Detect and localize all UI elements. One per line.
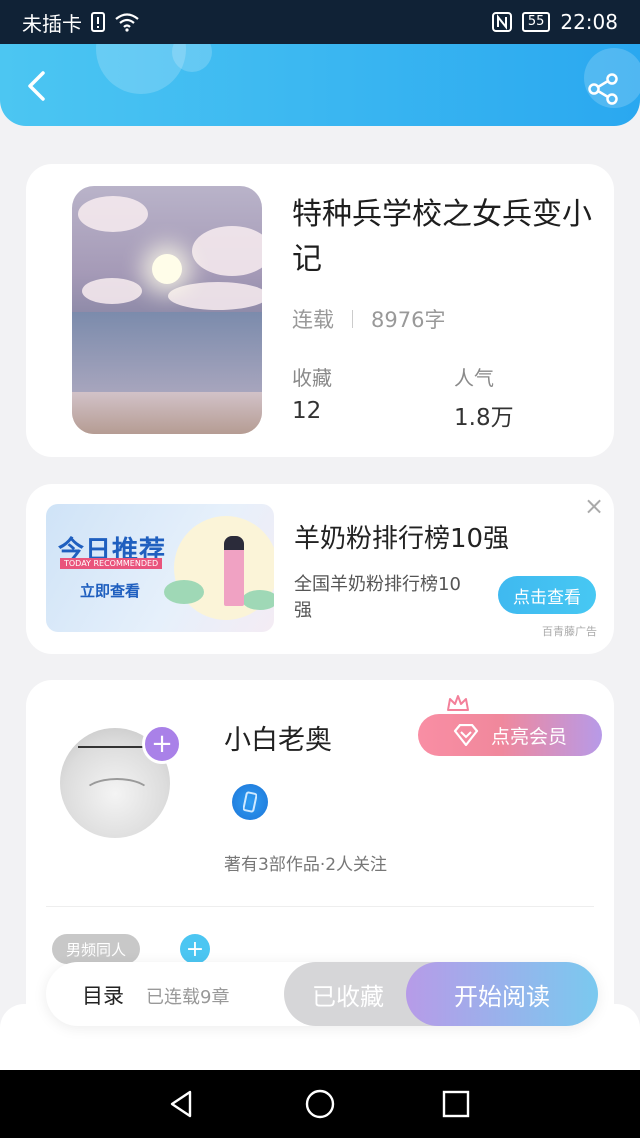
add-tag-button[interactable]: + xyxy=(180,934,210,964)
ad-image-cta: 立即查看 xyxy=(80,582,141,600)
book-meta: 连载 8976字 xyxy=(292,304,445,334)
wifi-icon xyxy=(115,13,139,32)
clock: 22:08 xyxy=(560,10,618,34)
vip-button-label: 点亮会员 xyxy=(490,725,567,748)
cover-cloud xyxy=(78,196,148,232)
header xyxy=(0,44,640,126)
back-button[interactable] xyxy=(18,68,54,104)
vip-button[interactable]: 点亮会员 xyxy=(418,714,602,756)
nav-back-icon[interactable] xyxy=(166,1088,198,1120)
author-stats: 著有3部作品·2人关注 xyxy=(224,855,388,875)
popularity-label: 人气 xyxy=(454,366,494,390)
status-bar: 未插卡 55 22:08 xyxy=(0,0,640,44)
ad-image-subtitle: TODAY RECOMMENDED xyxy=(60,558,163,569)
book-status: 连载 xyxy=(292,308,334,332)
ad-source: 百青藤广告 xyxy=(542,625,597,638)
cover-cloud xyxy=(168,282,262,310)
follow-button[interactable]: + xyxy=(142,724,182,764)
favorites-value: 12 xyxy=(292,398,322,424)
cover-shore xyxy=(72,392,262,434)
diamond-icon xyxy=(453,724,479,746)
ad-card[interactable]: 今日推荐 TODAY RECOMMENDED 立即查看 羊奶粉排行榜10强 全国… xyxy=(26,484,614,654)
favorites-label: 收藏 xyxy=(292,366,332,390)
author-badge-icon[interactable] xyxy=(232,784,268,820)
crown-icon xyxy=(447,695,469,711)
carrier-text: 未插卡 xyxy=(22,11,82,36)
vip-button-wrap: 点亮会员 xyxy=(418,695,602,756)
ad-leaf xyxy=(242,590,274,610)
battery-level: 55 xyxy=(521,12,551,32)
popularity-value: 1.8万 xyxy=(454,405,514,431)
sim-alert-icon xyxy=(91,12,105,32)
share-icon xyxy=(588,73,618,105)
chapter-count: 已连载9章 xyxy=(146,987,230,1008)
nfc-icon xyxy=(491,12,512,32)
ad-illustration-figure xyxy=(224,536,244,606)
ad-view-button[interactable]: 点击查看 xyxy=(498,576,596,614)
plus-icon: + xyxy=(185,936,205,962)
system-nav-bar xyxy=(0,1070,640,1138)
nav-home-icon[interactable] xyxy=(304,1088,336,1120)
close-icon[interactable]: × xyxy=(584,492,604,520)
chevron-left-icon xyxy=(28,71,45,101)
book-word-count: 8976字 xyxy=(371,308,446,332)
nav-recents-icon[interactable] xyxy=(440,1088,472,1120)
cover-cloud xyxy=(82,278,142,304)
avatar-decor-line xyxy=(78,746,150,748)
start-reading-label: 开始阅读 xyxy=(454,982,550,1011)
book-title: 特种兵学校之女兵变小记 xyxy=(292,197,592,277)
meta-separator xyxy=(352,310,353,328)
ad-title: 羊奶粉排行榜10强 xyxy=(294,524,510,554)
collected-label: 已收藏 xyxy=(312,982,384,1011)
action-bar: 目录 已连载9章 已收藏 开始阅读 xyxy=(46,962,598,1026)
share-button[interactable] xyxy=(586,72,620,106)
cover-cloud xyxy=(192,226,262,276)
plus-icon: + xyxy=(151,729,173,759)
start-reading-button[interactable]: 开始阅读 xyxy=(406,962,598,1026)
toc-button[interactable]: 目录 xyxy=(82,980,124,1010)
divider xyxy=(46,906,594,907)
ad-leaf xyxy=(164,580,204,604)
cover-sun xyxy=(152,254,182,284)
cover-sea xyxy=(72,312,262,392)
author-name: 小白老奥 xyxy=(224,725,332,756)
category-tag[interactable]: 男频同人 xyxy=(52,934,141,964)
book-cover[interactable] xyxy=(72,186,262,434)
book-info-card: 特种兵学校之女兵变小记 连载 8976字 收藏 12 人气 1.8万 xyxy=(26,164,614,457)
ad-description: 全国羊奶粉排行榜10强 xyxy=(294,574,461,621)
ad-image[interactable]: 今日推荐 TODAY RECOMMENDED 立即查看 xyxy=(46,504,274,632)
